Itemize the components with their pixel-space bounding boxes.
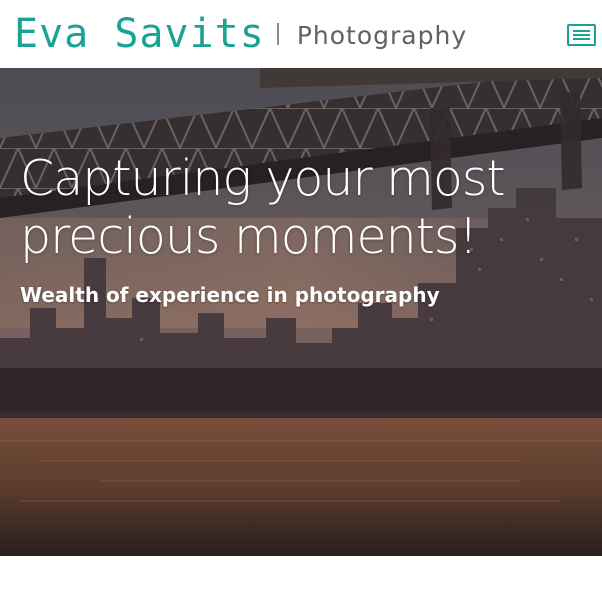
hero-text-block: Capturing your most precious moments! We…	[20, 150, 580, 308]
hero-banner: Capturing your most precious moments! We…	[0, 68, 602, 556]
hamburger-menu-icon-line	[573, 34, 590, 36]
content-spacer	[0, 556, 602, 601]
menu-toggle-button[interactable]	[567, 24, 596, 46]
brand-logo[interactable]: Eva Savits Photography	[14, 6, 467, 62]
hamburger-menu-icon	[573, 30, 590, 32]
hamburger-menu-icon-line	[573, 38, 590, 40]
hero-headline-line-2: precious moments!	[20, 208, 478, 265]
hero-headline: Capturing your most precious moments!	[20, 150, 580, 266]
hero-background-image	[0, 68, 602, 556]
brand-subtitle: Photography	[296, 20, 468, 50]
site-header: Eva Savits Photography	[0, 0, 602, 68]
brand-name: Eva Savits	[14, 11, 265, 57]
hero-subheadline: Wealth of experience in photography	[20, 283, 440, 307]
brand-divider	[276, 23, 279, 45]
hero-headline-line-1: Capturing your most	[20, 150, 506, 207]
